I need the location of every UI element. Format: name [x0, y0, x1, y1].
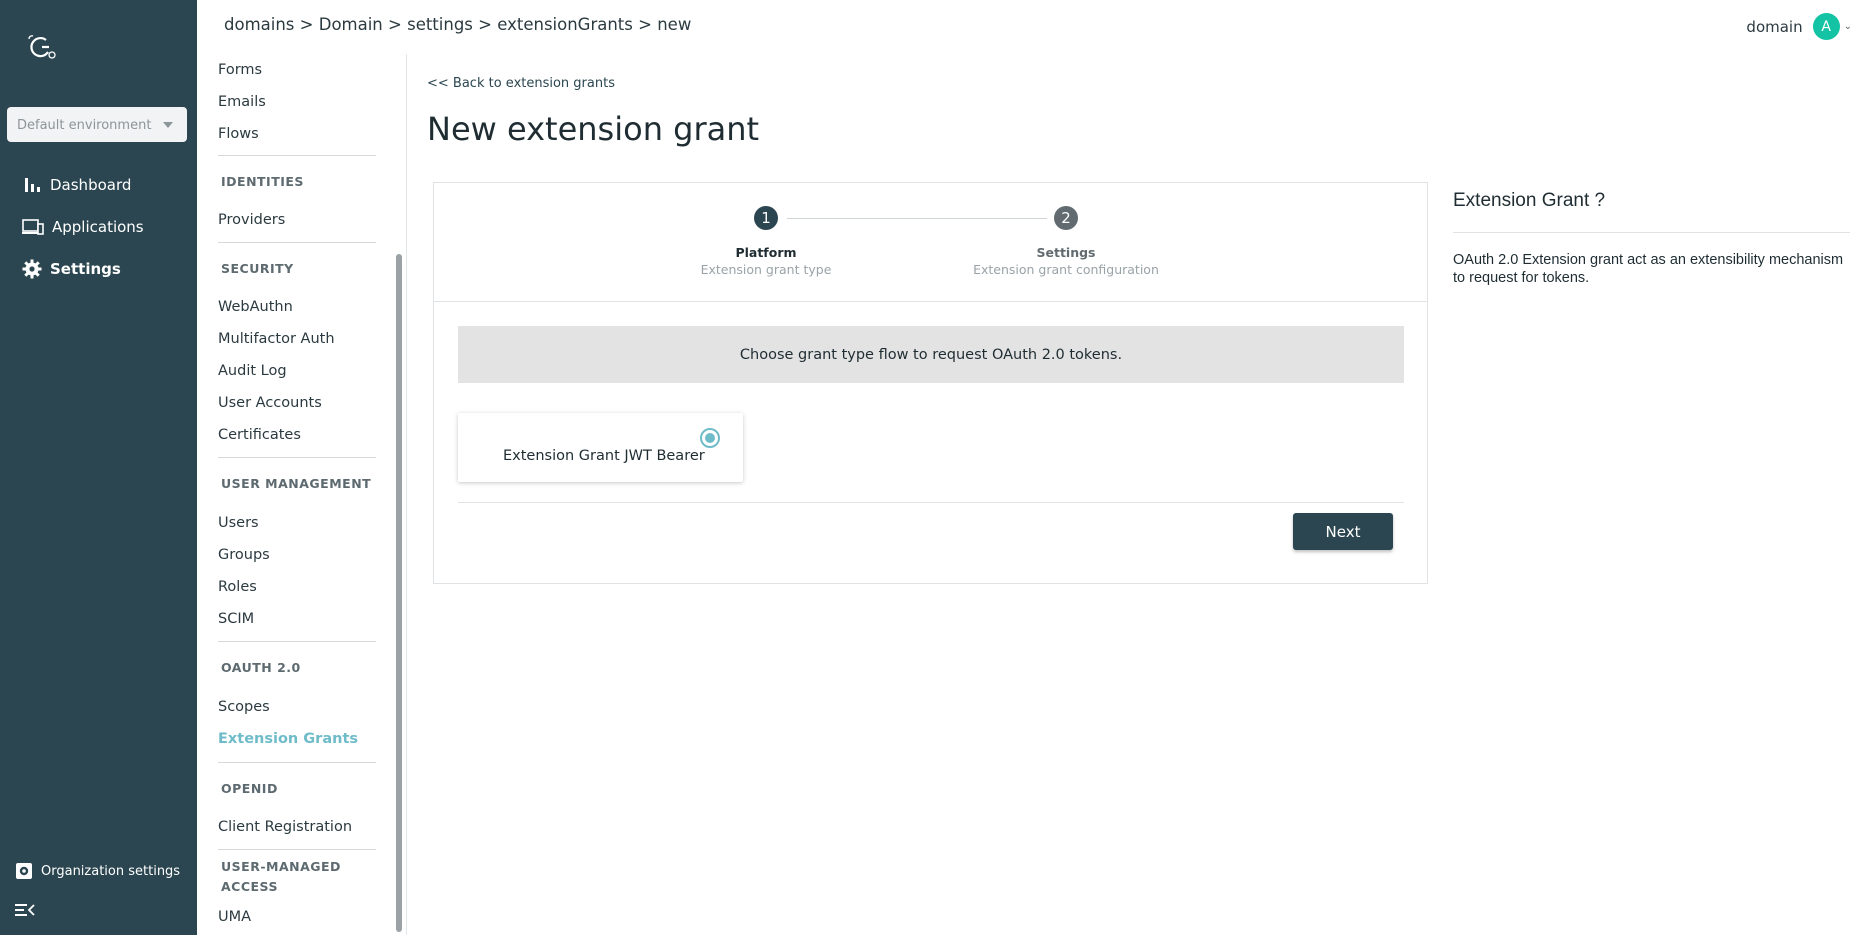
- chevron-down-icon: ⌄: [1843, 21, 1852, 32]
- subnav-item-client-registration[interactable]: Client Registration: [218, 819, 352, 835]
- subnav-divider: [218, 641, 376, 642]
- subnav-item-uma[interactable]: UMA: [218, 909, 251, 925]
- step-1-indicator[interactable]: 1: [754, 206, 778, 230]
- step-1-label[interactable]: Platform Extension grant type: [646, 245, 886, 277]
- subnav-section-uma-line1: USER-MANAGED: [221, 859, 341, 874]
- subnav-item-emails[interactable]: Emails: [218, 94, 266, 110]
- bar-chart-icon: [25, 178, 40, 192]
- menu-collapse-icon: [15, 904, 35, 916]
- gear-icon: [22, 259, 42, 279]
- stepper-connector: [787, 218, 1047, 219]
- rail-item-label: Dashboard: [50, 176, 132, 194]
- rail-item-label: Settings: [50, 260, 121, 278]
- subnav-item-user-accounts[interactable]: User Accounts: [218, 395, 322, 411]
- rail-item-label: Applications: [52, 218, 144, 236]
- radio-selected-icon[interactable]: [700, 428, 720, 448]
- main-sidebar: Default environment Dashboard Applicatio…: [0, 0, 197, 935]
- breadcrumb-separator: >: [388, 15, 402, 34]
- help-title: Extension Grant ?: [1453, 190, 1606, 211]
- page-title: New extension grant: [427, 110, 760, 148]
- card-divider: [458, 502, 1404, 503]
- subnav-divider: [218, 155, 376, 156]
- avatar: A: [1812, 13, 1840, 40]
- subnav-item-users[interactable]: Users: [218, 515, 259, 531]
- subnav-section-oauth: OAUTH 2.0: [221, 660, 301, 675]
- help-panel: Extension Grant ? OAuth 2.0 Extension gr…: [1453, 190, 1850, 287]
- settings-subnav: Forms Emails Flows IDENTITIES Providers …: [197, 54, 407, 935]
- subnav-item-forms[interactable]: Forms: [218, 62, 262, 78]
- subnav-section-identities: IDENTITIES: [221, 174, 304, 189]
- subnav-divider: [218, 762, 376, 763]
- organization-settings-link[interactable]: Organization settings: [15, 862, 180, 880]
- back-to-extension-grants-link[interactable]: << Back to extension grants: [427, 76, 615, 91]
- subnav-divider: [218, 849, 376, 850]
- collapse-menu-button[interactable]: [15, 902, 43, 918]
- help-divider: [1453, 232, 1850, 233]
- breadcrumb-current: new: [657, 15, 692, 34]
- subnav-divider: [218, 242, 376, 243]
- subnav-scrollbar[interactable]: [396, 254, 402, 932]
- user-domain-label: domain: [1746, 17, 1803, 36]
- rail-item-dashboard[interactable]: Dashboard: [22, 172, 131, 198]
- breadcrumb-extension-grants[interactable]: extensionGrants: [497, 15, 633, 34]
- environment-select-value: Default environment: [17, 118, 152, 133]
- breadcrumb-domains[interactable]: domains: [224, 15, 294, 34]
- subnav-item-mfa[interactable]: Multifactor Auth: [218, 331, 335, 347]
- devices-icon: [22, 219, 44, 235]
- subnav-section-security: SECURITY: [221, 261, 294, 276]
- subnav-item-extension-grants[interactable]: Extension Grants: [218, 731, 358, 747]
- subnav-item-scim[interactable]: SCIM: [218, 611, 254, 627]
- grant-type-info-banner: Choose grant type flow to request OAuth …: [458, 326, 1404, 383]
- subnav-section-uma: USER-MANAGED ACCESS: [221, 857, 341, 897]
- organization-settings-label: Organization settings: [41, 863, 181, 879]
- subnav-section-user-management: USER MANAGEMENT: [221, 476, 372, 491]
- breadcrumb-separator: >: [478, 15, 492, 34]
- rail-item-applications[interactable]: Applications: [22, 214, 144, 240]
- subnav-item-roles[interactable]: Roles: [218, 579, 257, 595]
- step-2-subtitle: Extension grant configuration: [973, 262, 1159, 277]
- create-extension-grant-card: 1 2 Platform Extension grant type Settin…: [433, 182, 1428, 584]
- user-menu[interactable]: domain A ⌄: [1746, 13, 1852, 40]
- environment-select[interactable]: Default environment: [7, 107, 187, 142]
- help-text: OAuth 2.0 Extension grant act as an exte…: [1453, 252, 1844, 286]
- step-2-title: Settings: [1036, 245, 1096, 260]
- grant-option-jwt-bearer[interactable]: Extension Grant JWT Bearer: [458, 413, 743, 482]
- breadcrumb-settings[interactable]: settings: [407, 15, 473, 34]
- breadcrumb: domains > Domain > settings > extensionG…: [224, 15, 691, 34]
- subnav-item-providers[interactable]: Providers: [218, 212, 285, 228]
- subnav-divider: [218, 457, 376, 458]
- breadcrumb-separator: >: [299, 15, 314, 34]
- gravitee-logo-icon[interactable]: [24, 30, 64, 62]
- stepper: 1 2 Platform Extension grant type Settin…: [434, 183, 1427, 302]
- subnav-item-flows[interactable]: Flows: [218, 126, 259, 142]
- subnav-item-certificates[interactable]: Certificates: [218, 427, 301, 443]
- next-button[interactable]: Next: [1293, 513, 1393, 550]
- subnav-item-webauthn[interactable]: WebAuthn: [218, 299, 293, 315]
- subnav-section-openid: OPENID: [221, 781, 278, 796]
- rail-item-settings[interactable]: Settings: [22, 256, 121, 282]
- breadcrumb-domain[interactable]: Domain: [319, 15, 383, 34]
- step-1-subtitle: Extension grant type: [700, 262, 832, 277]
- caret-down-icon: [163, 122, 173, 128]
- org-settings-gear-icon: [16, 863, 32, 879]
- subnav-item-audit-log[interactable]: Audit Log: [218, 363, 287, 379]
- subnav-item-groups[interactable]: Groups: [218, 547, 270, 563]
- step-2-indicator[interactable]: 2: [1054, 206, 1078, 230]
- subnav-section-uma-line2: ACCESS: [221, 879, 279, 894]
- subnav-item-scopes[interactable]: Scopes: [218, 699, 270, 715]
- step-2-label[interactable]: Settings Extension grant configuration: [946, 245, 1186, 277]
- step-1-title: Platform: [735, 245, 797, 260]
- grant-option-label: Extension Grant JWT Bearer: [503, 448, 705, 464]
- breadcrumb-separator: >: [638, 15, 652, 34]
